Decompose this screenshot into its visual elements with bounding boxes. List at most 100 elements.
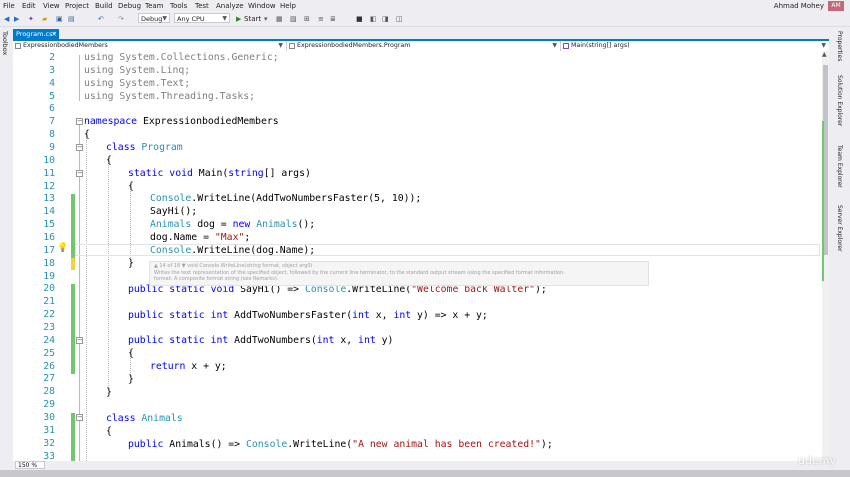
change-marker-saved xyxy=(71,413,75,461)
code-line-28: } xyxy=(106,387,112,398)
project-value: ExpressionbodiedMembers xyxy=(23,42,108,49)
line-number: 26 xyxy=(43,361,55,372)
close-icon[interactable]: × xyxy=(52,29,57,39)
chevron-down-icon: ▼ xyxy=(552,42,557,49)
configuration-select[interactable]: Debug ▼ xyxy=(138,13,170,23)
bookmark-clear-icon[interactable]: ◫ xyxy=(396,14,403,24)
collapse-class-icon[interactable]: − xyxy=(76,144,83,151)
line-number: 21 xyxy=(43,296,55,307)
collapse-namespace-icon[interactable]: − xyxy=(76,118,83,125)
configuration-value: Debug xyxy=(141,15,163,23)
tab-server-explorer[interactable]: Server Explorer xyxy=(836,205,843,252)
redo-icon[interactable]: ↷ xyxy=(118,14,124,24)
menu-project[interactable]: Project xyxy=(65,2,89,10)
line-number: 13 xyxy=(43,193,55,204)
code-line-17[interactable]: Console.WriteLine(dog.Name); xyxy=(150,244,315,257)
bookmark-icon[interactable]: ■ xyxy=(356,14,363,24)
tab-solution-explorer[interactable]: Solution Explorer xyxy=(836,75,843,126)
undo-icon[interactable]: ↶ xyxy=(98,14,104,24)
class-value: ExpressionbodiedMembers.Program xyxy=(297,42,411,49)
tab-team-explorer[interactable]: Team Explorer xyxy=(836,145,843,188)
code-line-16: dog.Name = "Max"; xyxy=(150,232,251,243)
toolbar-icon[interactable]: ⊞ xyxy=(304,14,310,24)
project-icon xyxy=(15,43,21,49)
start-dropdown-icon[interactable]: ▾ xyxy=(264,14,268,24)
toolbar-icon[interactable]: ▦ xyxy=(276,14,283,24)
scroll-up-icon[interactable]: ▲ xyxy=(822,51,827,58)
code-line-14: SayHi(); xyxy=(150,206,198,217)
avatar[interactable]: AM xyxy=(828,1,844,11)
line-number: 6 xyxy=(49,103,55,114)
platform-select[interactable]: Any CPU ▼ xyxy=(174,13,230,23)
open-folder-icon[interactable]: ▰ xyxy=(42,14,47,24)
change-marker-saved xyxy=(71,284,75,374)
menu-tools[interactable]: Tools xyxy=(170,2,187,10)
code-line-2: using System.Collections.Generic; xyxy=(84,52,279,63)
line-number: 14 xyxy=(43,206,55,217)
menu-help[interactable]: Help xyxy=(280,2,296,10)
code-line-18: } xyxy=(128,258,134,269)
user-name[interactable]: Ahmad Mohey xyxy=(774,2,824,10)
menu-debug[interactable]: Debug xyxy=(118,2,141,10)
code-line-12: { xyxy=(128,181,134,192)
tab-program-cs[interactable]: Program.cs* × xyxy=(13,29,59,39)
uncomment-icon[interactable]: ≣ xyxy=(330,14,336,24)
code-line-11: static void Main(string[] args) xyxy=(128,168,311,179)
menu-test[interactable]: Test xyxy=(195,2,209,10)
save-all-icon[interactable]: ▤ xyxy=(68,14,75,24)
menu-window[interactable]: Window xyxy=(248,2,276,10)
chevron-down-icon: ▼ xyxy=(278,42,283,49)
tab-properties[interactable]: Properties xyxy=(836,31,843,61)
menu-edit[interactable]: Edit xyxy=(22,2,36,10)
code-line-32: public Animals() => Console.WriteLine("A… xyxy=(128,439,553,450)
line-number: 9 xyxy=(49,142,55,153)
class-dropdown[interactable]: ExpressionbodiedMembers.Program ▼ xyxy=(287,41,561,51)
comment-icon[interactable]: ≡ xyxy=(318,14,324,24)
chevron-down-icon: ▼ xyxy=(222,15,227,22)
bookmark-prev-icon[interactable]: ◧ xyxy=(370,14,377,24)
menu-bar: File Edit View Project Build Debug Team … xyxy=(0,0,850,12)
menu-view[interactable]: View xyxy=(43,2,60,10)
code-line-9: class Program xyxy=(106,142,183,153)
code-line-22: public static int AddTwoNumbersFaster(in… xyxy=(128,310,488,321)
line-number: 17 xyxy=(43,245,55,256)
zoom-select[interactable]: 150 % xyxy=(15,461,45,469)
code-line-5: using System.Threading.Tasks; xyxy=(84,91,256,102)
toolbar-icon[interactable]: ▧ xyxy=(290,14,297,24)
start-button[interactable]: Start xyxy=(244,14,261,24)
scrollbar-change-marker xyxy=(822,121,829,281)
change-marker-unsaved xyxy=(71,258,75,270)
toolbox-tab[interactable]: Toolbox xyxy=(1,31,9,55)
menu-team[interactable]: Team xyxy=(145,2,164,10)
platform-value: Any CPU xyxy=(177,15,205,23)
start-icon[interactable]: ▶ xyxy=(236,14,241,24)
code-editor[interactable]: 2 3 4 5 6 7 8 9 10 11 12 13 14 15 16 17 … xyxy=(13,51,822,461)
back-icon[interactable]: ◀ xyxy=(4,14,9,24)
collapse-method-icon[interactable]: − xyxy=(76,337,83,344)
menu-build[interactable]: Build xyxy=(95,2,113,10)
line-number: 3 xyxy=(49,65,55,76)
udemy-watermark: udemy xyxy=(798,454,836,467)
code-line-10: { xyxy=(106,155,112,166)
class-icon xyxy=(289,43,295,49)
line-number: 11 xyxy=(43,168,55,179)
chevron-down-icon: ▼ xyxy=(821,42,826,49)
forward-icon[interactable]: ▶ xyxy=(14,14,19,24)
menu-analyze[interactable]: Analyze xyxy=(216,2,244,10)
line-number: 19 xyxy=(43,271,55,282)
collapse-class-icon[interactable]: − xyxy=(76,414,83,421)
menu-file[interactable]: File xyxy=(3,2,15,10)
project-dropdown[interactable]: ExpressionbodiedMembers ▼ xyxy=(13,41,287,51)
indent-guide xyxy=(86,133,87,461)
member-dropdown[interactable]: Main(string[] args) ▼ xyxy=(561,41,829,51)
line-number: 22 xyxy=(43,309,55,320)
lightbulb-icon[interactable]: 💡 xyxy=(57,243,68,253)
save-icon[interactable]: ▣ xyxy=(56,14,63,24)
new-project-icon[interactable]: ✦ xyxy=(28,14,34,24)
line-number: 29 xyxy=(43,399,55,410)
collapse-method-icon[interactable]: − xyxy=(76,170,83,177)
bookmark-next-icon[interactable]: ◨ xyxy=(382,14,389,24)
code-line-27: } xyxy=(128,374,134,385)
vertical-scrollbar[interactable]: ▲ xyxy=(822,51,829,461)
toolbar: ◀ ▶ ✦ ▰ ▣ ▤ ↶ ↷ Debug ▼ Any CPU ▼ ▶ Start … xyxy=(0,12,850,27)
